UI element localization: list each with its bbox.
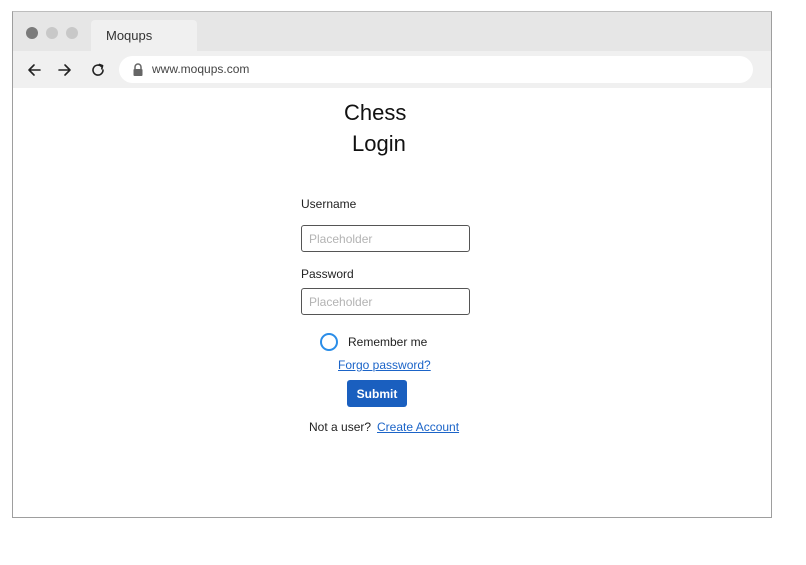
forgot-password-link[interactable]: Forgo password? (338, 358, 431, 372)
tab-bar: Moqups (13, 12, 771, 51)
tab-moqups[interactable]: Moqups (91, 20, 197, 51)
window-minimize-dot[interactable] (46, 27, 58, 39)
window-maximize-dot[interactable] (66, 27, 78, 39)
forward-button[interactable] (54, 59, 76, 81)
window-close-dot[interactable] (26, 27, 38, 39)
page-title-line2: Login (352, 131, 406, 156)
address-bar[interactable]: www.moqups.com (119, 56, 753, 83)
password-label: Password (301, 267, 354, 281)
not-a-user-text: Not a user? (309, 420, 372, 434)
back-button[interactable] (23, 59, 45, 81)
arrow-left-icon (28, 64, 41, 76)
remember-me-label[interactable]: Remember me (348, 335, 427, 349)
browser-toolbar: www.moqups.com (13, 51, 771, 88)
username-input[interactable] (301, 225, 470, 252)
create-account-link[interactable]: Create Account (377, 420, 459, 434)
arrow-right-icon (58, 64, 71, 76)
reload-button[interactable] (87, 59, 109, 81)
submit-button[interactable]: Submit (347, 380, 407, 407)
url-text: www.moqups.com (152, 62, 250, 76)
page-content: Chess Login Username Password Remember m… (13, 88, 771, 517)
page-title-line1: Chess (344, 100, 407, 125)
lock-icon (133, 63, 143, 76)
browser-window: Moqups www.moqups.com Chess Login Userna… (12, 11, 772, 518)
password-input[interactable] (301, 288, 470, 315)
username-label: Username (301, 197, 357, 211)
tab-title: Moqups (106, 28, 153, 43)
remember-me-radio[interactable] (320, 333, 338, 351)
reload-icon (92, 63, 104, 76)
